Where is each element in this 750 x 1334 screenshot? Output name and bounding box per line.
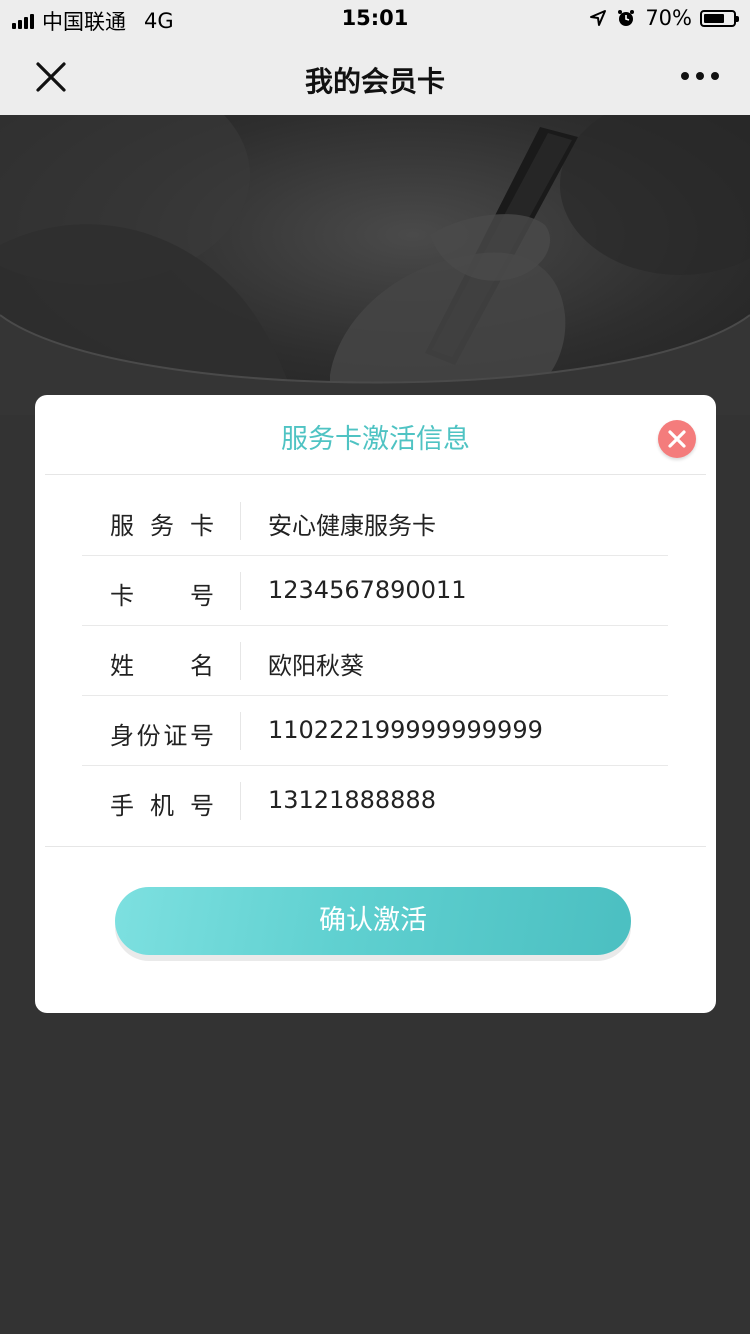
info-value: 欧阳秋葵 [268, 652, 364, 680]
info-row-service-card: 服务卡 安心健康服务卡 [82, 486, 668, 556]
info-label: 身份证号 [110, 722, 214, 750]
hero-illustration [0, 115, 750, 415]
info-row-card-number: 卡号 1234567890011 [82, 556, 668, 626]
info-row-id-number: 身份证号 110222199999999999 [82, 696, 668, 766]
info-value: 安心健康服务卡 [268, 512, 436, 540]
status-right: 70% [589, 6, 739, 30]
info-label: 卡号 [110, 582, 214, 610]
page-title: 我的会员卡 [304, 65, 445, 98]
divider [240, 502, 241, 540]
nav-bar: 我的会员卡 [0, 38, 750, 115]
divider [240, 782, 241, 820]
info-label: 服务卡 [110, 512, 214, 540]
divider [240, 712, 241, 750]
confirm-activate-button[interactable]: 确认激活 [115, 887, 631, 955]
divider [45, 474, 706, 475]
info-value: 110222199999999999 [268, 716, 543, 744]
activation-modal: 服务卡激活信息 服务卡 安心健康服务卡 卡号 1234567890011 姓名 … [35, 395, 716, 1013]
info-label: 姓名 [110, 652, 214, 680]
location-arrow-icon [590, 10, 607, 26]
divider [45, 846, 706, 847]
battery-icon [700, 9, 739, 27]
info-row-phone: 手机号 13121888888 [82, 766, 668, 836]
hero-image [0, 115, 750, 415]
divider [240, 642, 241, 680]
modal-title: 服务卡激活信息 [281, 424, 470, 455]
battery-percent: 70% [645, 6, 692, 30]
close-circle-icon [668, 430, 686, 448]
info-row-name: 姓名 欧阳秋葵 [82, 626, 668, 696]
battery-fill [704, 13, 724, 23]
status-bar: 中国联通 4G 15:01 70% [0, 0, 750, 38]
info-list: 服务卡 安心健康服务卡 卡号 1234567890011 姓名 欧阳秋葵 身份证… [82, 486, 668, 836]
more-icon[interactable] [680, 68, 720, 84]
info-label: 手机号 [110, 792, 214, 820]
divider [240, 572, 241, 610]
info-value: 13121888888 [268, 786, 436, 814]
modal-close-button[interactable] [658, 420, 696, 458]
info-value: 1234567890011 [268, 576, 467, 604]
alarm-icon [618, 10, 635, 26]
